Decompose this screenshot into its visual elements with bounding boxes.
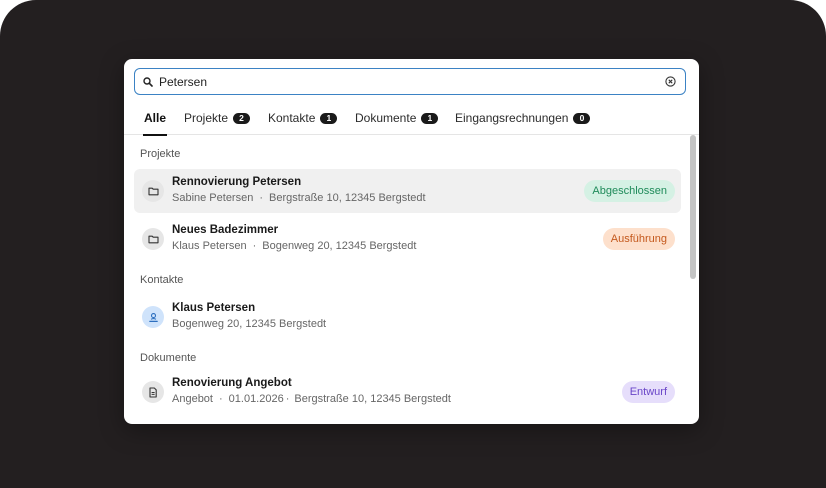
search-bar[interactable] <box>134 68 686 95</box>
person-icon <box>142 306 164 328</box>
document-type: Angebot <box>172 393 213 405</box>
search-icon <box>143 75 157 89</box>
folder-icon <box>142 180 164 202</box>
tab-alle[interactable]: Alle <box>142 109 168 136</box>
tab-label: Kontakte <box>268 111 316 125</box>
document-date: 01.01.2026 <box>228 393 284 405</box>
tab-eingangsrechnungen[interactable]: Eingangsrechnungen 0 <box>455 109 591 127</box>
project-details: Sabine Petersen · Bergstraße 10, 12345 Ber… <box>172 192 426 204</box>
document-icon <box>142 381 164 403</box>
filter-tabs: Alle Projekte 2 Kontakte 1 Dokumente 1 E… <box>124 101 699 136</box>
tab-kontakte[interactable]: Kontakte 1 <box>268 109 338 127</box>
project-row[interactable]: Rennovierung Petersen Sabine Petersen · Be… <box>134 169 681 213</box>
tab-label: Alle <box>144 111 167 125</box>
project-person: Sabine Petersen <box>172 192 254 204</box>
tab-projekte[interactable]: Projekte 2 <box>184 109 251 127</box>
count-badge: 1 <box>320 112 338 124</box>
separator: · <box>259 192 264 204</box>
tab-dokumente[interactable]: Dokumente 1 <box>355 109 439 127</box>
contact-address: Bogenweg 20, 12345 Bergstedt <box>172 318 327 330</box>
project-details: Klaus Petersen · Bogenweg 20, 12345 Bergst… <box>172 240 416 252</box>
count-badge: 0 <box>573 112 591 124</box>
contact-row[interactable]: Klaus Petersen Bogenweg 20, 12345 Bergst… <box>134 295 681 339</box>
section-heading-kontakte: Kontakte <box>140 274 184 286</box>
document-address: Bergstraße 10, 12345 Bergstedt <box>294 393 451 405</box>
status-badge: Entwurf <box>621 381 675 403</box>
tab-label: Eingangsrechnungen <box>455 111 569 125</box>
status-badge: Ausführung <box>602 228 675 250</box>
project-address: Bergstraße 10, 12345 Bergstedt <box>269 192 426 204</box>
count-badge: 2 <box>233 112 251 124</box>
clear-icon[interactable] <box>664 76 676 88</box>
status-badge: Abgeschlossen <box>584 180 675 202</box>
document-row[interactable]: Renovierung Angebot Angebot · 01.01.2026 · B… <box>134 370 681 414</box>
document-details: Angebot · 01.01.2026 · Bergstraße 10, 12345 … <box>172 393 451 405</box>
project-person: Klaus Petersen <box>172 240 247 252</box>
search-palette: Alle Projekte 2 Kontakte 1 Dokumente 1 E… <box>124 59 699 424</box>
separator: · <box>285 393 290 405</box>
section-heading-dokumente: Dokumente <box>140 352 197 364</box>
project-address: Bogenweg 20, 12345 Bergstedt <box>262 240 417 252</box>
project-title: Rennovierung Petersen <box>172 176 302 188</box>
project-title: Neues Badezimmer <box>172 224 279 236</box>
folder-icon <box>142 228 164 250</box>
count-badge: 1 <box>421 112 439 124</box>
separator: · <box>252 240 257 252</box>
document-title: Renovierung Angebot <box>172 377 292 389</box>
project-row[interactable]: Neues Badezimmer Klaus Petersen · Bogenweg… <box>134 217 681 261</box>
search-input[interactable] <box>159 74 664 89</box>
separator: · <box>218 393 223 405</box>
tab-label: Projekte <box>184 111 229 125</box>
scrollbar[interactable] <box>690 135 696 424</box>
scrollbar-thumb[interactable] <box>690 135 696 279</box>
section-heading-projekte: Projekte <box>140 148 181 160</box>
tab-label: Dokumente <box>355 111 417 125</box>
contact-name: Klaus Petersen <box>172 302 256 314</box>
